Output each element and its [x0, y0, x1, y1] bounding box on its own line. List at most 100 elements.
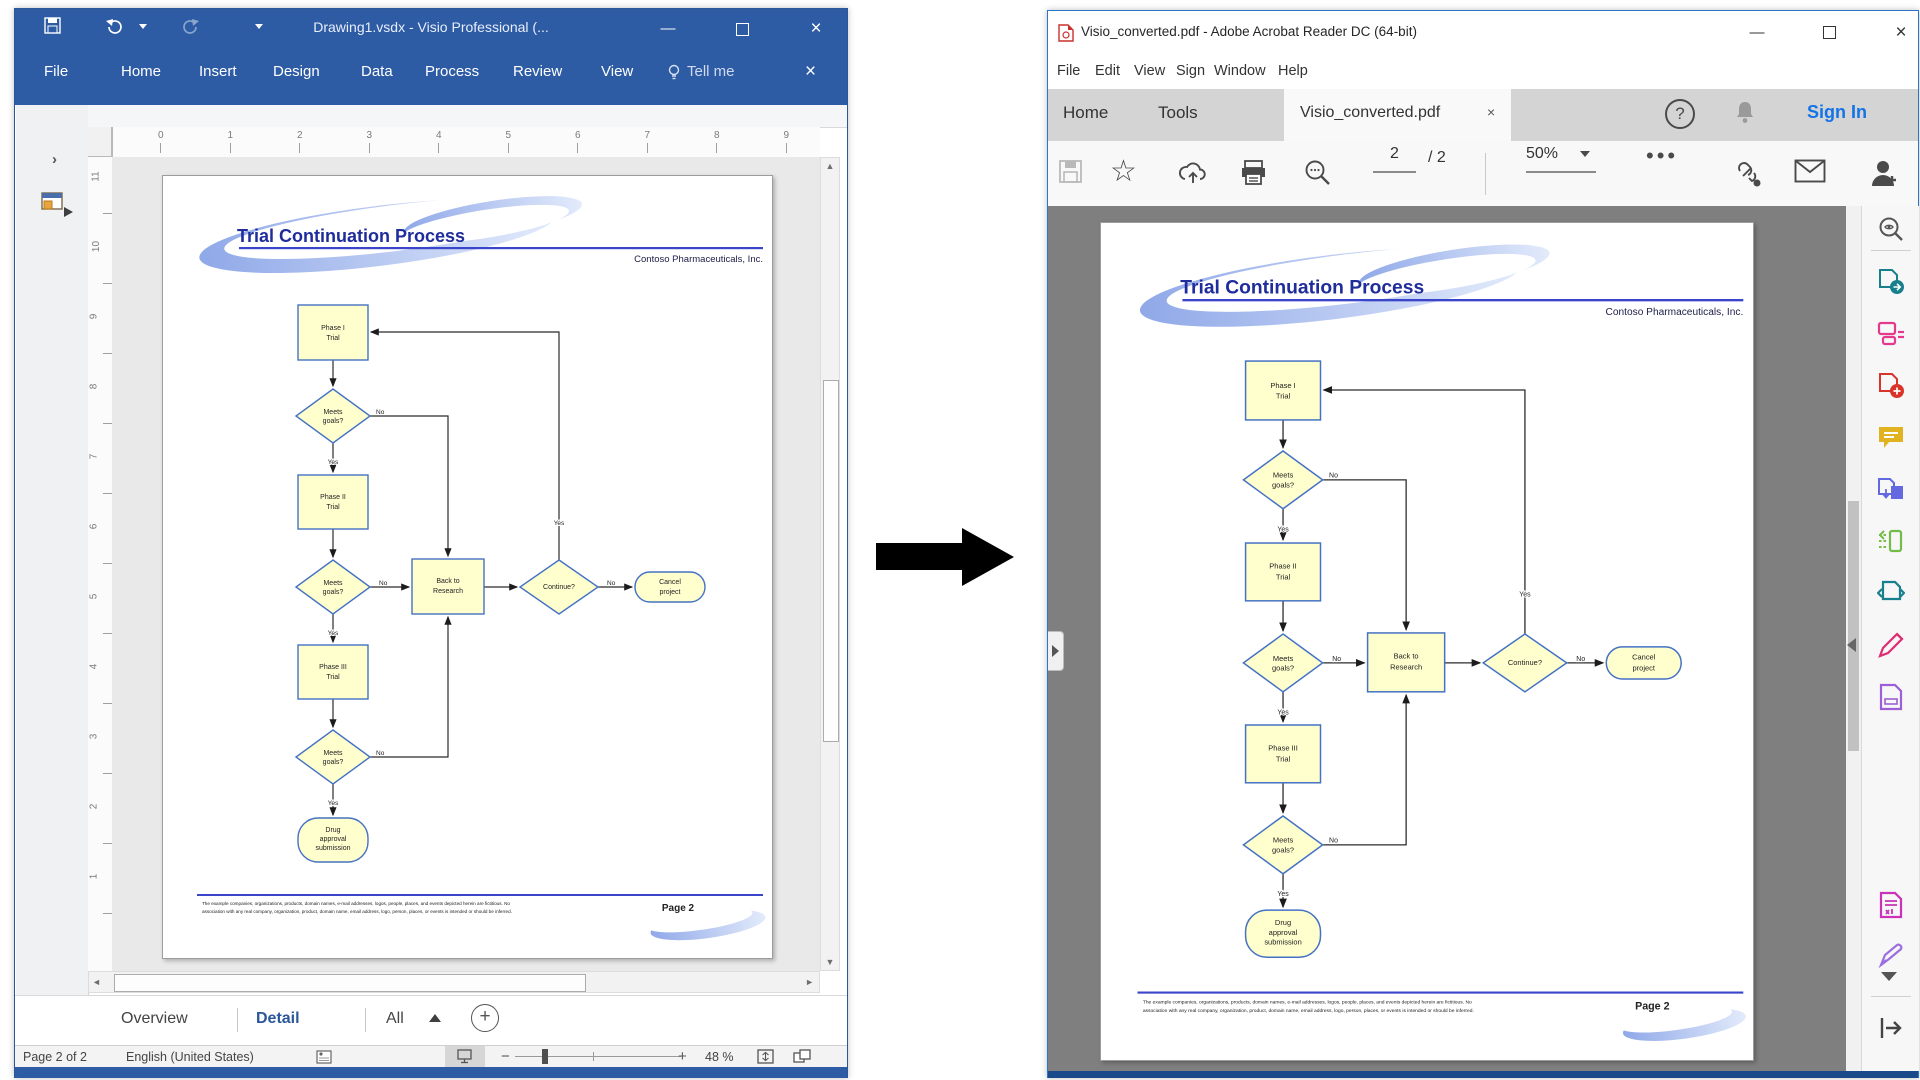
status-page-indicator[interactable]: Page 2 of 2 — [23, 1050, 87, 1064]
notification-bell-icon[interactable] — [1734, 99, 1756, 125]
visio-close-button[interactable]: × — [801, 18, 831, 40]
node-decision3[interactable] — [296, 730, 370, 784]
visio-menu-file[interactable]: File — [44, 63, 68, 80]
acrobat-menu-edit[interactable]: Edit — [1095, 63, 1120, 79]
left-panel-expand-handle[interactable] — [1048, 631, 1064, 671]
page-tab-all[interactable]: All — [386, 1010, 404, 1028]
zoom-out-button[interactable]: − — [501, 1048, 510, 1065]
macro-record-icon[interactable] — [316, 1049, 334, 1065]
scroll-down-icon[interactable]: ▼ — [821, 957, 839, 967]
acrobat-menu-sign[interactable]: Sign — [1176, 63, 1205, 79]
tab-tools[interactable]: Tools — [1158, 103, 1198, 123]
fit-page-icon[interactable] — [757, 1049, 775, 1065]
acrobat-window: Visio_converted.pdf - Adobe Acrobat Read… — [1047, 10, 1919, 1078]
visio-vscroll-thumb[interactable] — [823, 380, 839, 742]
prepare-form-icon[interactable] — [1877, 683, 1905, 711]
export-pdf-icon[interactable] — [1877, 267, 1905, 295]
drawing-canvas[interactable]: Trial Continuation Process Contoso Pharm… — [112, 157, 820, 971]
create-pdf-icon[interactable] — [1877, 319, 1905, 347]
scroll-left-icon[interactable]: ◄ — [92, 977, 101, 987]
tab-document-active[interactable]: Visio_converted.pdf × — [1284, 89, 1511, 141]
visio-vertical-scrollbar[interactable]: ▲ ▼ — [820, 157, 840, 971]
email-icon[interactable] — [1794, 159, 1826, 184]
pdf-viewer-area[interactable]: Trial Continuation Process Contoso Pharm… — [1048, 206, 1918, 1071]
new-page-button[interactable]: + — [471, 1004, 499, 1032]
acrobat-maximize-button[interactable] — [1815, 21, 1843, 45]
more-panel-tools-chevron-icon[interactable] — [1881, 972, 1897, 981]
visio-menu-design[interactable]: Design — [273, 63, 320, 80]
visio-maximize-button[interactable] — [727, 18, 757, 40]
switch-windows-icon[interactable] — [793, 1049, 813, 1065]
visio-hscroll-thumb[interactable] — [114, 974, 586, 992]
combine-files-icon[interactable] — [1877, 475, 1905, 503]
search-tools-icon[interactable] — [1877, 215, 1905, 243]
all-pages-caret-icon[interactable] — [429, 1014, 441, 1022]
visio-menu-data[interactable]: Data — [361, 63, 393, 80]
fill-sign-icon[interactable] — [1877, 631, 1905, 659]
print-icon[interactable] — [1240, 159, 1267, 186]
visio-menu-home[interactable]: Home — [121, 63, 161, 80]
pdf-vertical-scrollbar[interactable] — [1846, 206, 1861, 1071]
save-icon[interactable] — [1058, 159, 1084, 185]
zoom-percentage[interactable]: 48 % — [705, 1050, 734, 1064]
svg-text:No: No — [1332, 656, 1341, 663]
panel-collapse-left-icon[interactable] — [1847, 638, 1856, 652]
tell-me-search[interactable]: Tell me — [687, 63, 735, 80]
tab-home[interactable]: Home — [1063, 103, 1108, 123]
user-account-icon[interactable] — [1870, 159, 1900, 188]
share-link-icon[interactable] — [1731, 159, 1763, 187]
node-decision1[interactable] — [296, 389, 370, 443]
page-tab-detail-active[interactable]: Detail — [256, 1010, 300, 1028]
expand-panel-icon[interactable] — [1877, 1014, 1905, 1042]
svg-text:Phase II: Phase II — [320, 494, 346, 501]
acrobat-menu-window[interactable]: Window — [1214, 63, 1266, 79]
request-signatures-icon[interactable] — [1877, 891, 1905, 919]
expand-shapes-chevron-icon[interactable]: › — [52, 151, 57, 168]
visio-menu-view[interactable]: View — [601, 63, 633, 80]
presentation-mode-box[interactable] — [445, 1046, 485, 1067]
help-question-icon[interactable]: ? — [1665, 99, 1695, 129]
ribbon-close-icon[interactable]: × — [805, 61, 816, 83]
visio-menu-insert[interactable]: Insert — [199, 63, 237, 80]
signature-pen-icon[interactable] — [1877, 941, 1905, 969]
acrobat-minimize-button[interactable]: — — [1743, 21, 1771, 45]
zoom-in-button[interactable]: + — [678, 1048, 687, 1065]
node-decision2[interactable] — [296, 560, 370, 614]
visio-drawing-page[interactable]: Trial Continuation Process Contoso Pharm… — [162, 175, 773, 959]
visio-horizontal-scrollbar[interactable]: ◄ ► — [88, 971, 820, 993]
page-tab-overview[interactable]: Overview — [121, 1010, 188, 1028]
node-phase2-trial[interactable] — [298, 475, 368, 529]
visio-menu-review[interactable]: Review — [513, 63, 562, 80]
pdf-vscroll-thumb[interactable] — [1848, 501, 1859, 751]
node-phase1-trial[interactable] — [1246, 361, 1321, 420]
node-phase1-trial[interactable] — [298, 305, 368, 360]
scroll-right-icon[interactable]: ► — [805, 977, 814, 987]
acrobat-close-button[interactable]: × — [1887, 21, 1915, 45]
node-cancel-project[interactable] — [635, 572, 705, 602]
add-pdf-icon[interactable] — [1877, 371, 1905, 399]
zoom-slider-track[interactable] — [515, 1056, 681, 1057]
status-language[interactable]: English (United States) — [126, 1050, 254, 1064]
organize-pages-icon[interactable] — [1877, 527, 1905, 555]
zoom-slider-thumb[interactable] — [542, 1049, 548, 1064]
zoom-level-dropdown[interactable]: 50% — [1526, 145, 1596, 173]
page-number-input[interactable]: 2 — [1373, 145, 1416, 173]
scroll-up-icon[interactable]: ▲ — [821, 161, 839, 171]
more-tools-ellipsis-icon[interactable]: ••• — [1646, 143, 1678, 169]
cloud-upload-icon[interactable] — [1178, 159, 1208, 186]
diagram-title: Trial Continuation Process — [1180, 278, 1424, 299]
acrobat-menu-help[interactable]: Help — [1278, 63, 1308, 79]
compress-pdf-icon[interactable] — [1877, 579, 1905, 607]
star-favorite-icon[interactable]: ☆ — [1110, 154, 1137, 189]
sign-in-button[interactable]: Sign In — [1807, 102, 1867, 123]
doc-tab-close-icon[interactable]: × — [1487, 104, 1495, 120]
node-phase3-trial[interactable] — [298, 645, 368, 699]
visio-menu-process[interactable]: Process — [425, 63, 479, 80]
find-zoom-icon[interactable] — [1303, 159, 1333, 187]
acrobat-menu-view[interactable]: View — [1134, 63, 1165, 79]
shapes-window-icon[interactable] — [40, 189, 76, 221]
visio-minimize-button[interactable]: — — [653, 18, 683, 40]
comment-icon[interactable] — [1877, 423, 1905, 451]
acrobat-menu-file[interactable]: File — [1057, 63, 1080, 79]
node-back-to-research[interactable] — [412, 559, 484, 614]
